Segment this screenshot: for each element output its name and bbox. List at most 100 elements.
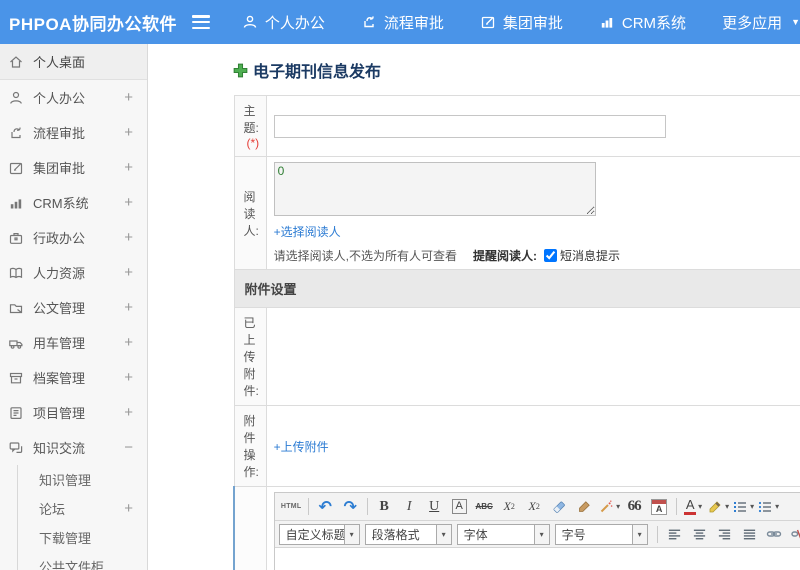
- unordered-list-icon: [757, 499, 773, 515]
- nav-label: 更多应用: [722, 14, 783, 32]
- nav-workflow-approval[interactable]: 流程审批: [361, 12, 444, 33]
- expand-toggle[interactable]: +: [124, 159, 133, 176]
- expand-toggle[interactable]: +: [124, 299, 133, 316]
- redo-button[interactable]: ↷: [339, 496, 362, 518]
- expand-toggle[interactable]: +: [124, 89, 133, 106]
- hamburger-menu-icon[interactable]: [191, 15, 210, 29]
- home-icon: [8, 54, 24, 70]
- align-left-button[interactable]: [663, 523, 686, 545]
- insert-link-button[interactable]: [763, 523, 786, 545]
- sidebar-item-personal-desktop[interactable]: 个人桌面: [0, 44, 147, 80]
- sidebar-item-hr[interactable]: 人力资源 +: [0, 255, 147, 290]
- bold-button[interactable]: B: [373, 496, 396, 518]
- sidebar-item-archive-mgmt[interactable]: 档案管理 +: [0, 360, 147, 395]
- html-source-button[interactable]: HTML: [280, 496, 303, 518]
- font-color-button[interactable]: A ▾: [682, 496, 705, 518]
- nav-label: 流程审批: [383, 14, 444, 32]
- nav-more-apps[interactable]: 更多应用 ▼: [722, 12, 800, 33]
- uploaded-value: [265, 307, 800, 406]
- nav-crm-system[interactable]: CRM系统: [599, 12, 686, 33]
- expand-toggle[interactable]: +: [124, 194, 133, 211]
- font-family-select[interactable]: 字体 ▾: [456, 523, 550, 545]
- main-content: 电子期刊信息发布 主题: (*) 阅读人: 0 +选择阅读人 请选择阅读人,不选…: [149, 44, 800, 570]
- edit-icon: [480, 14, 496, 30]
- ordered-list-button[interactable]: ▾: [732, 496, 755, 518]
- caret-down-icon: ▼: [791, 17, 800, 27]
- book-icon: [8, 265, 24, 281]
- caret-down-icon: ▾: [435, 524, 451, 544]
- caret-down-icon: ▾: [725, 502, 730, 511]
- caret-down-icon: ▾: [750, 502, 755, 511]
- sidebar-item-vehicle-mgmt[interactable]: 用车管理 +: [0, 325, 147, 360]
- heading-select[interactable]: 自定义标题 ▾: [278, 523, 360, 545]
- sidebar-item-forum[interactable]: 论坛 +: [18, 494, 147, 523]
- auto-typeset-button[interactable]: ▾: [598, 496, 621, 518]
- font-size-select[interactable]: 字号 ▾: [554, 523, 648, 545]
- editor-toolbar-row1: HTML ↶ ↷ B I U A ABC X2 X 2 ▾ 66 A A ▾ ▾…: [274, 493, 800, 521]
- edit-icon: [8, 160, 24, 176]
- superscript-button[interactable]: X2: [498, 496, 521, 518]
- italic-button[interactable]: I: [398, 496, 421, 518]
- remind-readers-label: 提醒阅读人:: [473, 249, 538, 263]
- bar-chart-icon: [599, 14, 615, 30]
- expand-toggle[interactable]: +: [124, 264, 133, 281]
- sidebar-item-public-file-cabinet[interactable]: 公共文件柜: [18, 552, 147, 570]
- expand-toggle[interactable]: +: [124, 369, 133, 386]
- editor-toolbar-row2: 自定义标题 ▾ 段落格式 ▾ 字体 ▾ 字号 ▾: [274, 521, 800, 548]
- nav-group-approval[interactable]: 集团审批: [480, 12, 563, 33]
- upload-attachment-link[interactable]: +上传附件: [274, 440, 329, 454]
- highlighter-icon: [707, 499, 723, 515]
- unordered-list-button[interactable]: ▾: [757, 496, 780, 518]
- link-icon: [766, 526, 782, 542]
- sidebar-item-knowledge-exchange[interactable]: 知识交流 −: [0, 430, 147, 465]
- unlink-button[interactable]: [788, 523, 800, 545]
- format-painter-button[interactable]: [573, 496, 596, 518]
- caret-down-icon: ▾: [343, 524, 359, 544]
- attachment-section-title: 附件设置: [233, 269, 800, 308]
- nav-personal-office[interactable]: 个人办公: [242, 12, 325, 33]
- sidebar-item-workflow-approval[interactable]: 流程审批 +: [0, 115, 147, 150]
- app-title: PHPOA协同办公软件: [9, 14, 177, 34]
- attachment-action-row: 附件操作: +上传附件: [233, 405, 800, 487]
- expand-toggle[interactable]: +: [124, 500, 133, 517]
- strikethrough-button[interactable]: ABC: [473, 496, 496, 518]
- font-style-button[interactable]: A: [448, 496, 471, 518]
- subscript-button[interactable]: X2: [523, 496, 546, 518]
- caret-down-icon: ▾: [698, 502, 703, 511]
- paragraph-format-select[interactable]: 段落格式 ▾: [364, 523, 452, 545]
- sidebar-item-knowledge-mgmt[interactable]: 知识管理: [18, 465, 147, 494]
- select-readers-link[interactable]: +选择阅读人: [274, 225, 341, 239]
- align-justify-button[interactable]: [738, 523, 761, 545]
- expand-toggle[interactable]: +: [124, 229, 133, 246]
- subject-label: 主题:: [243, 104, 259, 135]
- expand-toggle[interactable]: +: [124, 124, 133, 141]
- rich-text-editor: HTML ↶ ↷ B I U A ABC X2 X 2 ▾ 66 A A ▾ ▾…: [273, 492, 800, 570]
- expand-toggle[interactable]: +: [124, 404, 133, 421]
- sidebar-item-document-mgmt[interactable]: 公文管理 +: [0, 290, 147, 325]
- sidebar-item-download-mgmt[interactable]: 下载管理: [18, 523, 147, 552]
- blockquote-button[interactable]: 66: [623, 496, 646, 518]
- readers-textarea[interactable]: 0: [273, 162, 596, 216]
- undo-button[interactable]: ↶: [314, 496, 337, 518]
- subject-input[interactable]: [273, 114, 666, 138]
- align-right-button[interactable]: [713, 523, 736, 545]
- align-center-button[interactable]: [688, 523, 711, 545]
- sms-notify-checkbox[interactable]: [544, 249, 558, 262]
- remove-format-button[interactable]: [548, 496, 571, 518]
- sidebar-item-admin-office[interactable]: 行政办公 +: [0, 220, 147, 255]
- brush-icon: [576, 499, 592, 515]
- collapse-toggle[interactable]: −: [124, 439, 133, 456]
- sidebar-item-crm[interactable]: CRM系统 +: [0, 185, 147, 220]
- sidebar-item-group-approval[interactable]: 集团审批 +: [0, 150, 147, 185]
- sidebar-item-project-mgmt[interactable]: 项目管理 +: [0, 395, 147, 430]
- workflow-icon: [361, 14, 377, 30]
- editor-content-area[interactable]: [274, 548, 800, 570]
- align-justify-icon: [742, 527, 757, 542]
- paragraph-style-button[interactable]: A: [648, 496, 671, 518]
- sidebar-item-personal-office[interactable]: 个人办公 +: [0, 80, 147, 115]
- expand-toggle[interactable]: +: [124, 334, 133, 351]
- readers-note: 请选择阅读人,不选为所有人可查看: [273, 249, 458, 263]
- top-header: PHPOA协同办公软件 个人办公 流程审批 集团审批 CRM系统 更多应用 ▼: [0, 0, 800, 44]
- underline-button[interactable]: U: [423, 496, 446, 518]
- highlight-color-button[interactable]: ▾: [707, 496, 730, 518]
